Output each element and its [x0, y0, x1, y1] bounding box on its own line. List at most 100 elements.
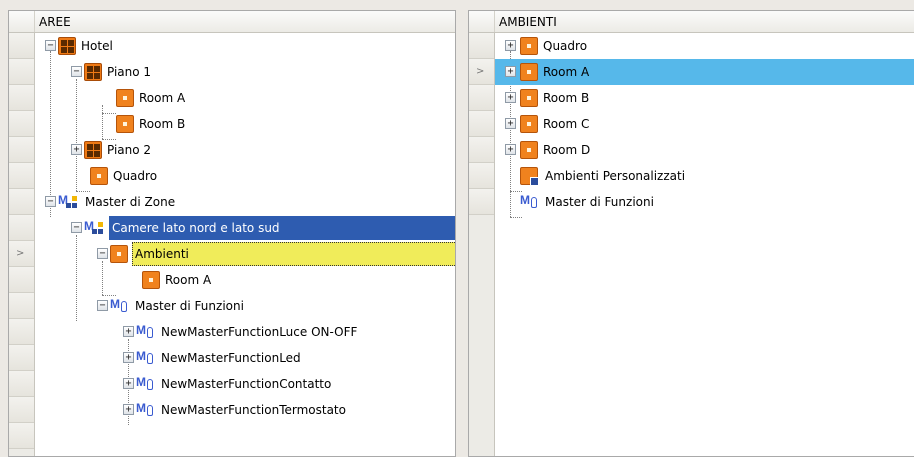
tree-node-quadro[interactable]: Quadro: [35, 163, 455, 189]
master-function-icon: M: [136, 401, 156, 419]
room-icon: [90, 167, 108, 185]
row-selector[interactable]: [469, 137, 494, 163]
row-selector[interactable]: [9, 163, 34, 189]
room-icon: [520, 89, 538, 107]
aree-tree-panel[interactable]: AREE > − Hotel − Piano 1 Room A Room B +…: [8, 10, 456, 457]
tree-node-room-b[interactable]: + Room B: [495, 85, 914, 111]
tree-node-master-di-zone[interactable]: − M Master di Zone: [35, 189, 455, 215]
tree-node-label: Camere lato nord e lato sud: [112, 221, 280, 235]
area-grid-icon: [84, 141, 102, 159]
tree-node-label: Room B: [139, 117, 186, 131]
tree-node-room-d[interactable]: + Room D: [495, 137, 914, 163]
tree-node-label: Ambienti Personalizzati: [545, 169, 686, 183]
row-selector[interactable]: [9, 293, 34, 319]
row-selector[interactable]: [9, 85, 34, 111]
expand-toggle[interactable]: +: [123, 378, 134, 389]
tree-node-label: Room A: [543, 65, 590, 79]
focused-node-highlight: Ambienti: [132, 242, 455, 266]
tree-node-contatto[interactable]: + M NewMasterFunctionContatto: [35, 371, 455, 397]
collapse-toggle[interactable]: −: [71, 66, 82, 77]
room-icon: [116, 115, 134, 133]
header-corner: [9, 11, 35, 32]
master-function-icon: M: [520, 193, 540, 211]
ambienti-title: AMBIENTI: [499, 15, 557, 29]
collapse-toggle[interactable]: −: [71, 222, 82, 233]
tree-node-label: Room A: [165, 273, 212, 287]
master-zone-icon: M: [58, 193, 82, 211]
row-selector[interactable]: [9, 319, 34, 345]
row-selector[interactable]: [9, 371, 34, 397]
row-selector[interactable]: [469, 111, 494, 137]
collapse-toggle[interactable]: −: [45, 40, 56, 51]
row-selector[interactable]: [9, 189, 34, 215]
row-selector[interactable]: >: [469, 59, 494, 85]
room-icon: [520, 141, 538, 159]
tree-node-label: Room B: [543, 91, 590, 105]
master-function-icon: M: [110, 297, 130, 315]
master-zone-icon: M: [84, 219, 108, 237]
expand-toggle[interactable]: +: [123, 404, 134, 415]
row-selector[interactable]: [9, 397, 34, 423]
row-selector[interactable]: [9, 111, 34, 137]
row-selector[interactable]: [469, 189, 494, 215]
expand-toggle[interactable]: +: [505, 118, 516, 129]
row-selector[interactable]: [9, 423, 34, 449]
tree-node-label: Hotel: [81, 39, 113, 53]
tree-node-label: NewMasterFunctionLuce ON-OFF: [161, 325, 358, 339]
row-selector-gutter: >: [469, 33, 495, 456]
tree-node-piano-2[interactable]: + Piano 2: [35, 137, 455, 163]
custom-room-icon: [520, 167, 539, 186]
ambienti-header: AMBIENTI: [469, 11, 914, 33]
row-selector[interactable]: [9, 345, 34, 371]
collapse-toggle[interactable]: −: [45, 196, 56, 207]
tree-node-led[interactable]: + M NewMasterFunctionLed: [35, 345, 455, 371]
tree-node-luce-on-off[interactable]: + M NewMasterFunctionLuce ON-OFF: [35, 319, 455, 345]
tree-node-room-c[interactable]: + Room C: [495, 111, 914, 137]
ambienti-tree-panel[interactable]: AMBIENTI > + Quadro + Room A + Room B + …: [468, 10, 914, 457]
tree-node-termostato[interactable]: + M NewMasterFunctionTermostato: [35, 397, 455, 423]
tree-node-label: NewMasterFunctionLed: [161, 351, 301, 365]
collapse-toggle[interactable]: −: [97, 248, 108, 259]
tree-node-room-b[interactable]: Room B: [35, 111, 455, 137]
expand-toggle[interactable]: +: [505, 92, 516, 103]
row-selector[interactable]: [9, 215, 34, 241]
expand-toggle[interactable]: +: [505, 66, 516, 77]
tree-node-hotel[interactable]: − Hotel: [35, 33, 455, 59]
tree-node-ambienti-personalizzati[interactable]: Ambienti Personalizzati: [495, 163, 914, 189]
expand-toggle[interactable]: +: [71, 144, 82, 155]
row-selector[interactable]: [9, 267, 34, 293]
expand-toggle[interactable]: +: [123, 326, 134, 337]
tree-node-label: Quadro: [113, 169, 158, 183]
tree-node-room-a[interactable]: Room A: [35, 85, 455, 111]
tree-node-label: Master di Zone: [85, 195, 176, 209]
tree-node-label: Room D: [543, 143, 591, 157]
row-selector[interactable]: [9, 137, 34, 163]
current-row-arrow-icon: >: [476, 66, 485, 77]
row-selector[interactable]: [9, 33, 34, 59]
row-selector[interactable]: [469, 33, 494, 59]
tree-node-ambienti[interactable]: − Ambienti: [35, 241, 455, 267]
master-function-icon: M: [136, 323, 156, 341]
row-selector[interactable]: >: [9, 241, 34, 267]
tree-node-label: Piano 2: [107, 143, 152, 157]
expand-toggle[interactable]: +: [505, 144, 516, 155]
tree-node-master-di-funzioni[interactable]: M Master di Funzioni: [495, 189, 914, 215]
master-function-icon: M: [136, 349, 156, 367]
row-selector[interactable]: [469, 85, 494, 111]
tree-connector: [510, 217, 522, 218]
expand-toggle[interactable]: +: [505, 40, 516, 51]
expand-toggle[interactable]: +: [123, 352, 134, 363]
tree-node-master-di-funzioni[interactable]: − M Master di Funzioni: [35, 293, 455, 319]
row-selector[interactable]: [9, 59, 34, 85]
tree-node-label: Master di Funzioni: [545, 195, 654, 209]
aree-header: AREE: [9, 11, 455, 33]
room-icon: [142, 271, 160, 289]
tree-node-piano-1[interactable]: − Piano 1: [35, 59, 455, 85]
current-row-arrow-icon: >: [16, 248, 25, 259]
tree-node-quadro[interactable]: + Quadro: [495, 33, 914, 59]
tree-node-room-a[interactable]: + Room A: [495, 59, 914, 85]
row-selector[interactable]: [469, 163, 494, 189]
tree-node-room-a[interactable]: Room A: [35, 267, 455, 293]
tree-node-camere-lato-nord-e-lato-sud[interactable]: − M Camere lato nord e lato sud: [35, 215, 455, 241]
collapse-toggle[interactable]: −: [97, 300, 108, 311]
